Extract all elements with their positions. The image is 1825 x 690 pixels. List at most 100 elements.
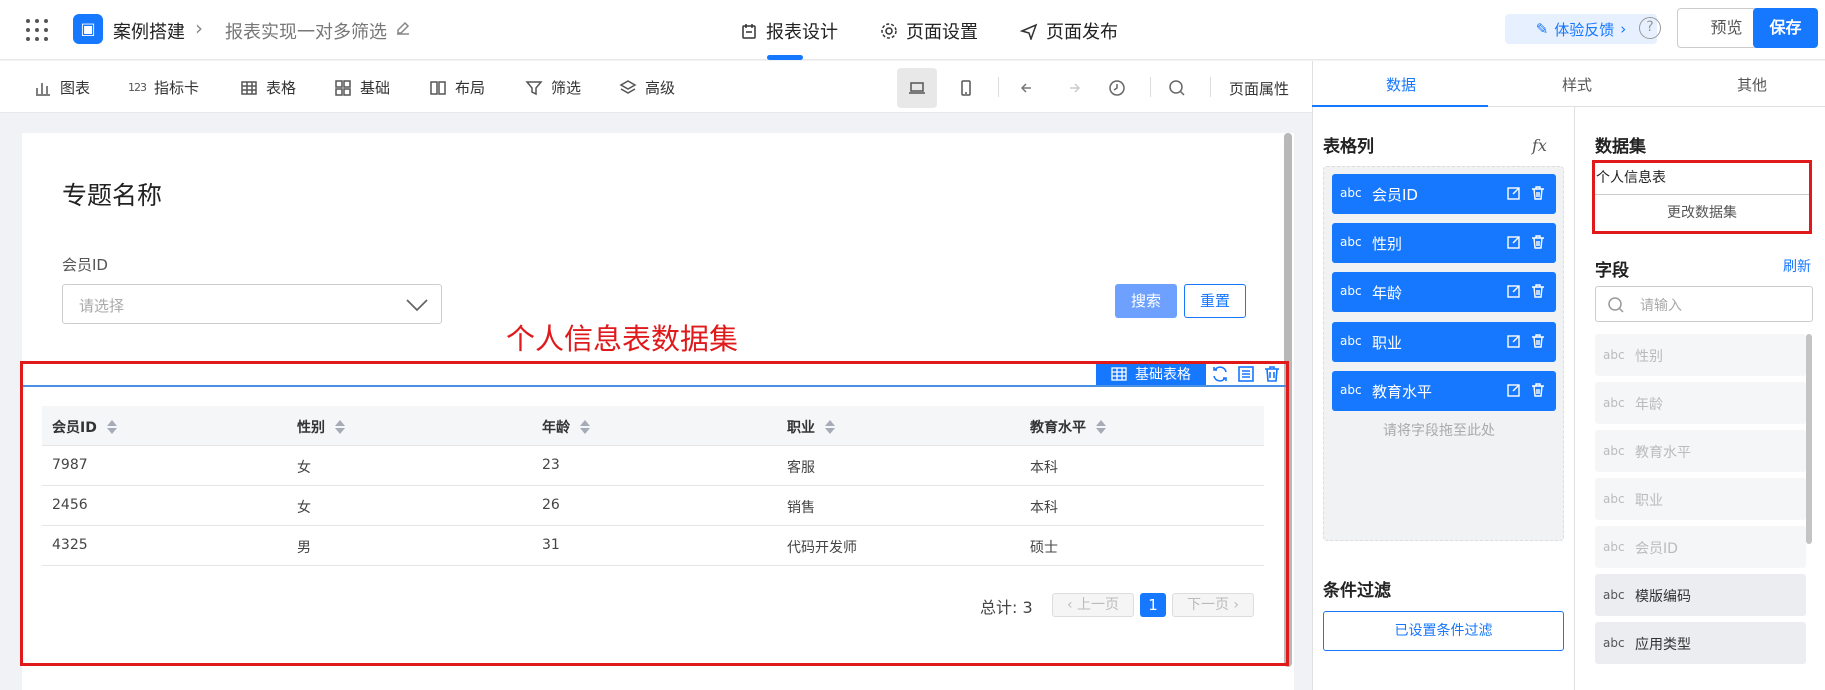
page-properties-button[interactable]: 页面属性 — [1229, 78, 1289, 99]
edit-icon[interactable] — [1506, 234, 1522, 250]
tool-basic[interactable]: 基础 — [334, 77, 390, 98]
column-header[interactable]: 年龄 — [542, 417, 590, 437]
column-name: 性别 — [1372, 235, 1403, 253]
type-tag: abc — [1340, 235, 1362, 249]
current-page[interactable]: 1 — [1140, 593, 1166, 617]
member-id-select[interactable]: 请选择 — [62, 284, 442, 324]
fx-icon[interactable]: fx — [1532, 136, 1547, 155]
table-column-item[interactable]: abc 职业 — [1332, 322, 1556, 362]
app-logo-icon: ▣ — [73, 14, 103, 44]
save-button[interactable]: 保存 — [1753, 8, 1818, 48]
field-item[interactable]: abc 教育水平 — [1595, 430, 1806, 472]
dataset-title: 数据集 — [1595, 137, 1646, 157]
edit-icon[interactable] — [1506, 185, 1522, 201]
sort-icon[interactable] — [106, 420, 117, 434]
field-item[interactable]: abc 会员ID — [1595, 526, 1806, 568]
column-name: 年龄 — [1372, 284, 1403, 302]
selected-component-border — [23, 385, 1286, 387]
tool-chart[interactable]: 图表 — [34, 77, 90, 98]
tool-label: 指标卡 — [154, 79, 200, 97]
sort-icon[interactable] — [1096, 420, 1106, 434]
delete-icon[interactable] — [1530, 333, 1546, 349]
column-header[interactable]: 会员ID — [52, 417, 117, 437]
tool-table[interactable]: 表格 — [240, 77, 296, 98]
type-tag: abc — [1340, 383, 1362, 397]
canvas-scrollbar[interactable] — [1284, 133, 1292, 667]
field-item[interactable]: abc 职业 — [1595, 478, 1806, 520]
sort-icon[interactable] — [335, 420, 345, 434]
chevron-down-icon — [406, 299, 428, 312]
column-header[interactable]: 性别 — [297, 417, 345, 437]
breadcrumb-app[interactable]: 案例搭建 — [113, 18, 185, 44]
delete-icon[interactable] — [1530, 283, 1546, 299]
reset-button[interactable]: 重置 — [1184, 284, 1246, 318]
search-button[interactable]: 搜索 — [1115, 284, 1177, 318]
field-item[interactable]: abc 应用类型 — [1595, 622, 1806, 664]
type-tag: abc — [1603, 636, 1625, 650]
prev-page-button[interactable]: ‹ 上一页 — [1052, 593, 1134, 617]
edit-name-icon[interactable] — [394, 19, 412, 37]
table-column-item[interactable]: abc 性别 — [1332, 223, 1556, 263]
tool-layout[interactable]: 布局 — [429, 77, 485, 98]
tab-other[interactable]: 其他 — [1737, 74, 1767, 95]
column-label: 教育水平 — [1030, 420, 1086, 436]
top-bar: ▣ 案例搭建 › 报表实现一对多筛选 报表设计 页面设置 页面发布 ✎ 体验反馈… — [0, 0, 1825, 60]
redo-icon — [1070, 83, 1081, 93]
tab-style[interactable]: 样式 — [1562, 74, 1592, 95]
field-item[interactable]: abc 模版编码 — [1595, 574, 1806, 616]
tool-label: 布局 — [455, 79, 486, 97]
tool-label: 高级 — [645, 79, 676, 97]
field-search-input[interactable]: 请输入 — [1595, 286, 1813, 322]
subject-title[interactable]: 专题名称 — [62, 176, 162, 212]
right-panel-tabs: 数据 样式 其他 — [1312, 61, 1825, 107]
feedback-button[interactable]: ✎ 体验反馈 › — [1505, 14, 1657, 44]
table-row[interactable]: 7987 女 23 客服 本科 — [42, 446, 1264, 486]
field-item[interactable]: abc 性别 — [1595, 334, 1806, 376]
condition-filter-button[interactable]: 已设置条件过滤 — [1323, 611, 1564, 651]
table-column-item[interactable]: abc 年龄 — [1332, 272, 1556, 312]
edit-icon[interactable] — [1506, 333, 1522, 349]
tab-page-settings[interactable]: 页面设置 — [880, 18, 978, 44]
history-button[interactable] — [1097, 68, 1137, 108]
tool-advanced[interactable]: 高级 — [619, 77, 675, 98]
field-name: 应用类型 — [1635, 637, 1691, 653]
sort-icon[interactable] — [825, 420, 835, 434]
apps-grid-icon[interactable] — [26, 19, 48, 41]
delete-icon[interactable] — [1530, 234, 1546, 250]
column-header[interactable]: 职业 — [787, 417, 835, 437]
redo-button[interactable] — [1052, 68, 1092, 108]
field-item[interactable]: abc 年龄 — [1595, 382, 1806, 424]
edit-icon[interactable] — [1506, 382, 1522, 398]
component-type-chip[interactable]: 基础表格 — [1096, 362, 1206, 385]
type-tag: abc — [1340, 334, 1362, 348]
delete-icon[interactable] — [1530, 185, 1546, 201]
delete-icon[interactable] — [1262, 364, 1282, 384]
tab-report-design[interactable]: 报表设计 — [740, 18, 838, 60]
mobile-view-button[interactable] — [946, 68, 986, 108]
next-page-button[interactable]: 下一页 › — [1172, 593, 1254, 617]
edit-icon[interactable] — [1506, 283, 1522, 299]
table-row[interactable]: 4325 男 31 代码开发师 硕士 — [42, 526, 1264, 566]
table-column-item[interactable]: abc 教育水平 — [1332, 371, 1556, 411]
sort-icon[interactable] — [580, 420, 590, 434]
copy-icon[interactable] — [1236, 364, 1256, 384]
refresh-icon[interactable] — [1210, 364, 1230, 384]
tab-label: 报表设计 — [766, 22, 838, 43]
undo-icon — [1020, 83, 1031, 93]
search-button[interactable] — [1157, 68, 1197, 108]
desktop-view-button[interactable] — [897, 68, 937, 108]
tab-data[interactable]: 数据 — [1386, 74, 1416, 95]
refresh-link[interactable]: 刷新 — [1783, 256, 1811, 276]
table-row[interactable]: 2456 女 26 销售 本科 — [42, 486, 1264, 526]
table-column-item[interactable]: abc 会员ID — [1332, 174, 1556, 214]
fields-scrollbar[interactable] — [1806, 334, 1812, 544]
calendar-icon — [742, 24, 756, 39]
tab-page-publish[interactable]: 页面发布 — [1020, 18, 1118, 44]
delete-icon[interactable] — [1530, 382, 1546, 398]
help-icon[interactable]: ? — [1639, 17, 1661, 39]
column-header[interactable]: 教育水平 — [1030, 417, 1106, 437]
tool-metric-card[interactable]: 123 指标卡 — [128, 77, 199, 98]
undo-button[interactable] — [1009, 68, 1049, 108]
tool-filter[interactable]: 筛选 — [525, 77, 581, 98]
type-tag: abc — [1340, 186, 1362, 200]
